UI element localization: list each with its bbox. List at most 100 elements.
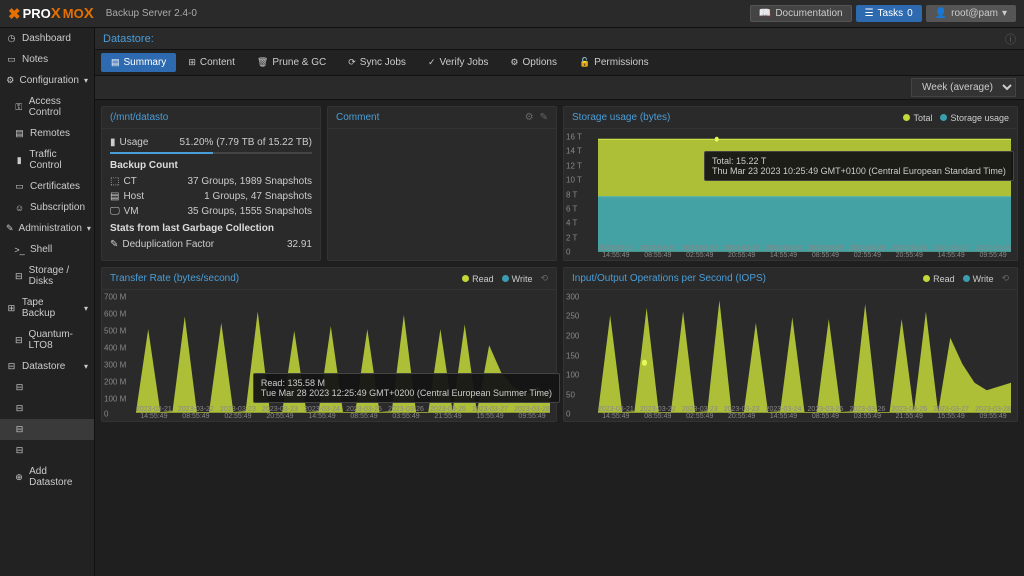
nav-ds-1[interactable]: ⊟ [0,377,94,398]
transfer-chart[interactable]: 700 M600 M500 M400 M300 M200 M100 M0 202… [102,290,556,421]
nav-add-datastore[interactable]: ⊕Add Datastore [0,461,94,493]
nav-storage-disks[interactable]: ⊟ Storage / Disks [0,260,94,292]
nav-access-control[interactable]: ⚿ Access Control [0,91,94,123]
nav-tape-backup[interactable]: ⊞Tape Backup▾ [0,292,94,324]
undo-icon[interactable]: ⟲ [1001,273,1009,284]
tab-content[interactable]: ⊞Content [178,53,245,72]
nav-label: Datastore [22,361,65,372]
terminal-icon: >_ [14,244,25,255]
drive-icon: ⊟ [14,335,24,346]
time-range-select[interactable]: Week (average) [911,78,1016,97]
nav-label: Storage / Disks [29,265,88,287]
legend-total[interactable]: Total [903,113,932,123]
legend-usage[interactable]: Storage usage [940,113,1009,123]
chart-icon: ▮ [110,137,116,148]
tasks-button[interactable]: ☰Tasks0 [856,5,922,22]
user-icon: 👤 [935,8,947,19]
storage-chart[interactable]: 16 T14 T12 T10 T8 T6 T4 T2 T0 Total: 15.… [564,129,1017,260]
nav-label: Administration [19,223,82,234]
logo-text-2: MO [63,6,84,21]
tab-label: Options [522,57,556,68]
iops-panel: Input/Output Operations per Second (IOPS… [563,267,1018,422]
nav-shell[interactable]: >_Shell [0,239,94,260]
legend-write[interactable]: Write [963,274,994,284]
top-bar: ✖ PROXMOX Backup Server 2.4-0 📖Documenta… [0,0,1024,28]
chevron-down-icon: ▾ [87,224,91,233]
sidebar: ◷Dashboard ▭Notes ⚙ Configuration ▾ ⚿ Acces… [0,28,95,576]
legend-read[interactable]: Read [923,274,955,284]
nav-traffic-control[interactable]: ▮Traffic Control [0,144,94,176]
backup-count-title: Backup Count [110,160,312,171]
host-label: Host [123,191,144,202]
gear-icon[interactable]: ⚙ [525,112,534,123]
edit-icon[interactable]: ✎ [540,112,548,123]
tab-label: Prune & GC [272,57,326,68]
tab-prune-gc[interactable]: 🗑 Prune & GC [247,53,336,72]
undo-icon[interactable]: ⟲ [540,273,548,284]
nav-ds-active[interactable]: ⊟ [0,419,94,440]
vm-value: 35 Groups, 1555 Snapshots [187,206,312,217]
chevron-down-icon: ▾ [84,362,88,371]
host-value: 1 Groups, 47 Snapshots [204,191,312,202]
nav-datastore[interactable]: ⊟ Datastore ▾ [0,356,94,377]
usage-value: 51.20% (7.79 TB of 15.22 TB) [180,137,313,148]
nav-remotes[interactable]: ▤Remotes [0,123,94,144]
iops-chart[interactable]: 300250200150100500 2023-03-2114:55:49202… [564,290,1017,421]
panel-title: Transfer Rate (bytes/second) [110,273,239,284]
cube-icon: ⬚ [110,176,119,187]
documentation-button[interactable]: 📖 Documentation [750,5,852,22]
nav-label: Configuration [20,75,79,86]
nav-label: Add Datastore [29,466,88,488]
nav-label: Subscription [30,202,85,213]
tab-options[interactable]: ⚙Options [500,53,567,72]
building-icon: ▤ [110,191,119,202]
database-icon: ⊟ [6,361,17,372]
server-icon: ▤ [14,128,25,139]
nav-certificates[interactable]: ▭Certificates [0,176,94,197]
nav-label: Certificates [30,181,80,192]
user-button[interactable]: 👤root@pam▾ [926,5,1016,22]
nav-ds-4[interactable]: ⊟ [0,440,94,461]
logo-text-1: PRO [23,6,51,21]
usage-label: Usage [120,137,149,148]
gear-icon: ⚙ [6,75,15,86]
legend-read[interactable]: Read [462,274,494,284]
database-icon: ⊟ [14,445,25,456]
docs-label: Documentation [775,8,842,19]
nav-ds-2[interactable]: ⊟ [0,398,94,419]
book-icon: 📖 [759,8,771,19]
tab-verify-jobs[interactable]: ✓Verify Jobs [418,53,498,72]
tab-summary[interactable]: ▤Summary [101,53,176,72]
content-header: Datastore: ⓘ [95,28,1024,50]
trash-icon: 🗑 [257,57,268,68]
nav-label: Access Control [29,96,88,118]
comment-panel: Comment⚙✎ [327,106,557,261]
tab-permissions[interactable]: 🔓Permissions [569,53,659,72]
nav-quantum-lto8[interactable]: ⊟Quantum-LTO8 [0,324,94,356]
x-axis-labels: 2023-03-2114:55:492023-03-2208:55:492023… [136,406,550,421]
datastore-title: Datastore: [103,33,154,45]
legend-label: Read [472,274,494,284]
tab-sync-jobs[interactable]: ⟳Sync Jobs [338,53,416,72]
disk-icon: ⊟ [14,271,24,282]
comment-body[interactable] [328,129,556,260]
refresh-icon: ⟳ [348,57,356,68]
book-icon: ▤ [111,57,120,68]
legend-write[interactable]: Write [502,274,533,284]
nav-dashboard[interactable]: ◷Dashboard [0,28,94,49]
database-icon: ⊟ [14,424,25,435]
legend-label: Storage usage [950,113,1009,123]
list-icon: ☰ [865,8,874,19]
nav-subscription[interactable]: ☺Subscription [0,197,94,218]
key-icon: ⚿ [14,102,24,113]
tab-label: Permissions [594,57,648,68]
grid-icon: ⊞ [188,57,196,68]
nav-configuration[interactable]: ⚙Configuration▾ [0,70,94,91]
note-icon: ▭ [6,54,17,65]
toolbar: Week (average) [95,76,1024,100]
nav-administration[interactable]: ✎Administration▾ [0,218,94,239]
nav-notes[interactable]: ▭Notes [0,49,94,70]
help-icon[interactable]: ⓘ [1005,31,1016,47]
signal-icon: ▮ [14,155,24,166]
logo: ✖ PROXMOX [8,5,96,23]
